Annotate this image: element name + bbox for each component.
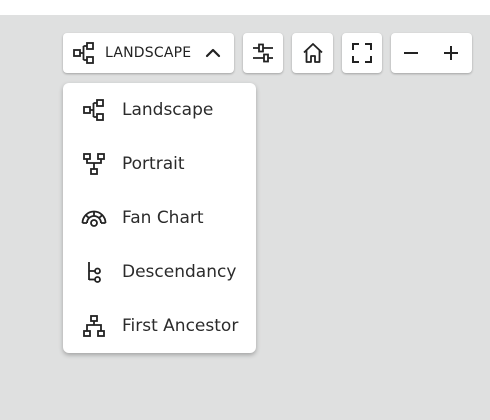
- fullscreen-icon: [351, 42, 373, 64]
- zoom-in-button[interactable]: [431, 33, 471, 73]
- layout-dropdown-menu: Landscape Portrait Fan Chart Descendancy…: [63, 83, 256, 353]
- menu-item-fan-chart[interactable]: Fan Chart: [63, 191, 256, 245]
- fullscreen-button[interactable]: [342, 33, 382, 73]
- menu-item-descendancy[interactable]: Descendancy: [63, 245, 256, 299]
- landscape-icon: [72, 41, 96, 65]
- menu-item-landscape[interactable]: Landscape: [63, 83, 256, 137]
- menu-item-label: Portrait: [122, 154, 185, 174]
- home-button[interactable]: [292, 33, 333, 73]
- menu-item-first-ancestor[interactable]: First Ancestor: [63, 299, 256, 353]
- filter-button[interactable]: [243, 33, 283, 73]
- plus-icon: [443, 45, 459, 61]
- menu-item-label: First Ancestor: [122, 316, 239, 336]
- home-icon: [301, 41, 325, 65]
- top-strip: [0, 0, 490, 15]
- menu-item-label: Landscape: [122, 100, 214, 120]
- zoom-controls: [391, 33, 472, 73]
- landscape-icon: [81, 97, 107, 123]
- zoom-out-button[interactable]: [391, 33, 431, 73]
- menu-item-portrait[interactable]: Portrait: [63, 137, 256, 191]
- chevron-up-icon: [204, 44, 222, 62]
- minus-icon: [403, 45, 419, 61]
- fan-chart-icon: [81, 205, 107, 231]
- portrait-icon: [81, 151, 107, 177]
- sliders-icon: [251, 41, 275, 65]
- layout-select-label: LANDSCAPE: [105, 45, 192, 61]
- menu-item-label: Fan Chart: [122, 208, 204, 228]
- first-ancestor-icon: [81, 313, 107, 339]
- menu-item-label: Descendancy: [122, 262, 237, 282]
- layout-select-button[interactable]: LANDSCAPE: [63, 33, 234, 73]
- descendancy-icon: [81, 259, 107, 285]
